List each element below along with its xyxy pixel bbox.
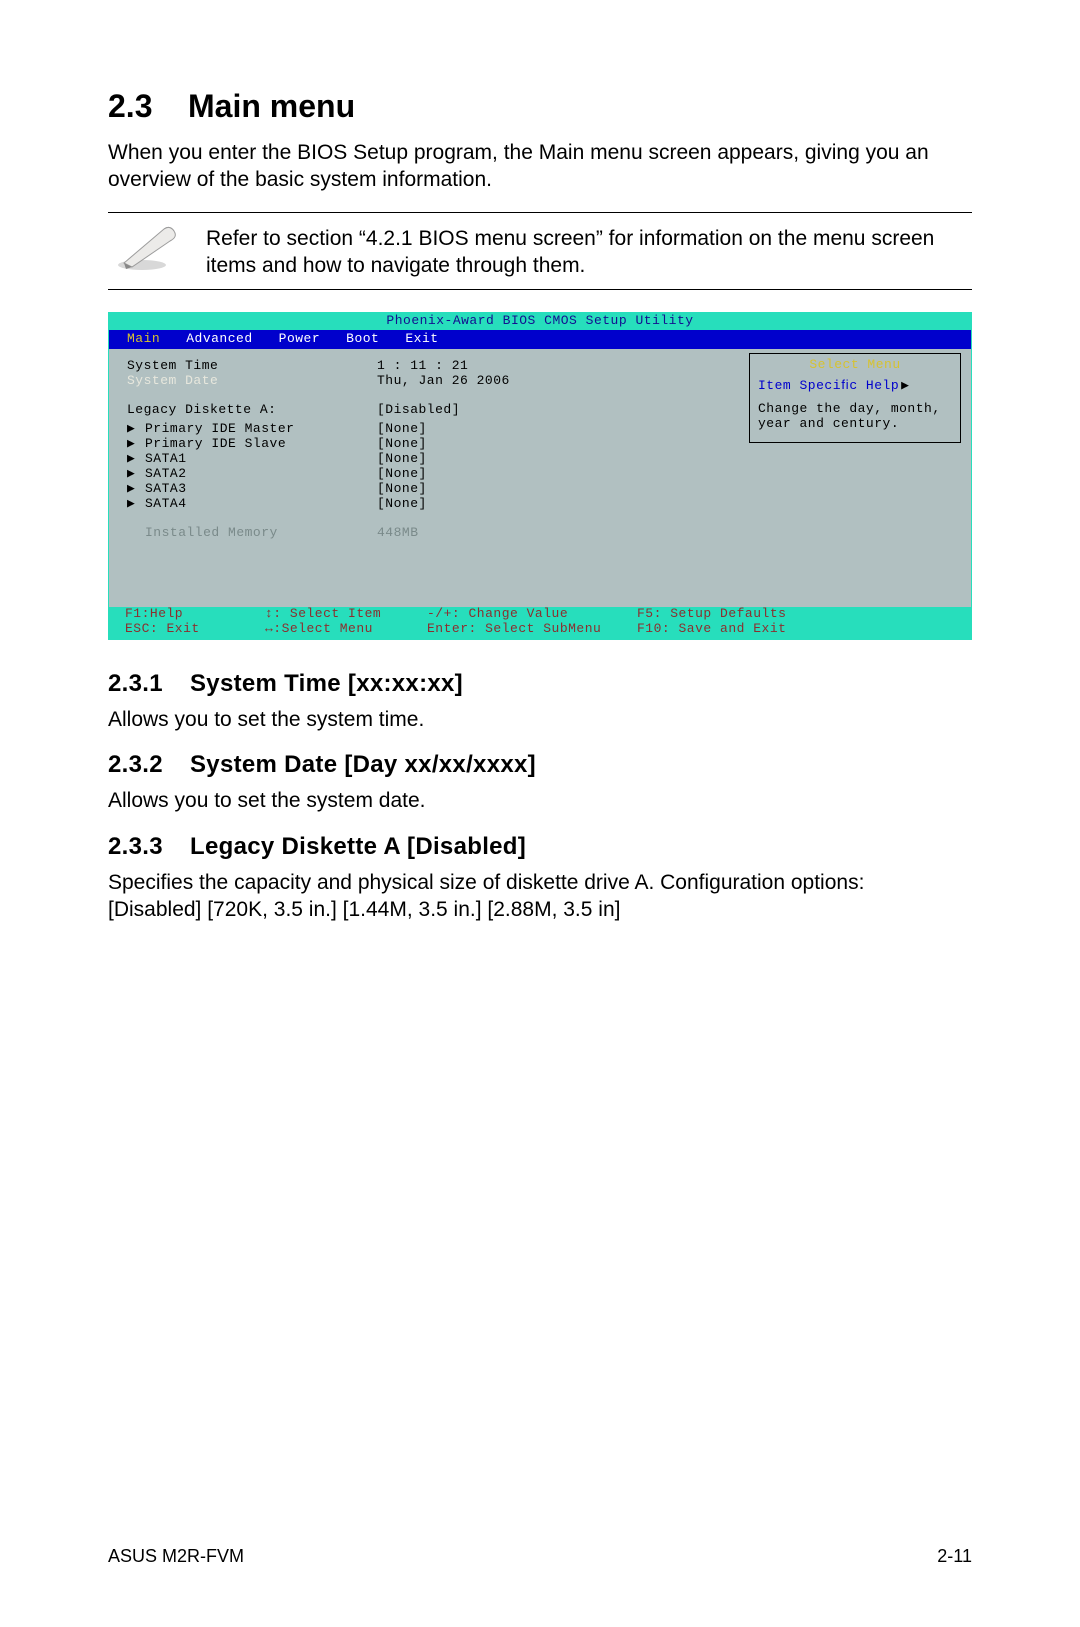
note-callout: Refer to section “4.2.1 BIOS menu screen… [108, 212, 972, 291]
subsection-body: Allows you to set the system time. [108, 706, 972, 733]
bios-value: [None] [377, 467, 427, 482]
bios-right-pane: Select Menu Item Speciﬁc Help▶ Change th… [739, 349, 971, 607]
triangle-right-icon: ▶ [127, 452, 145, 467]
bios-row-primary-ide-slave[interactable]: ▶Primary IDE Slave [None] [127, 437, 727, 452]
bios-footer-exit: ESC: Exit [125, 622, 265, 637]
bios-label: System Time [127, 359, 377, 374]
bios-label: Primary IDE Master [145, 421, 294, 436]
bios-value: 1 : 11 : 21 [377, 359, 468, 374]
bios-label: SATA3 [145, 481, 187, 496]
bios-footer-help: F1:Help [125, 607, 265, 622]
note-text: Refer to section “4.2.1 BIOS menu screen… [206, 223, 972, 280]
triangle-right-icon: ▶ [127, 437, 145, 452]
subsection-heading: 2.3.2System Date [Day xx/xx/xxxx] [108, 751, 972, 779]
bios-screenshot: Phoenix-Award BIOS CMOS Setup Utility Ma… [108, 312, 972, 640]
bios-footer-select-submenu: Enter: Select SubMenu [427, 622, 637, 637]
pencil-icon [108, 223, 186, 271]
bios-row-primary-ide-master[interactable]: ▶Primary IDE Master [None] [127, 422, 727, 437]
bios-row-sata1[interactable]: ▶SATA1 [None] [127, 452, 727, 467]
bios-label: Primary IDE Slave [145, 436, 286, 451]
bios-title: Phoenix-Award BIOS CMOS Setup Utility [109, 313, 971, 330]
bios-help-subtitle: Item Speciﬁc Help▶ [758, 379, 952, 394]
bios-footer-select-menu: ↔:Select Menu [265, 622, 427, 637]
bios-label: System Date [127, 374, 377, 389]
triangle-right-icon: ▶ [901, 379, 909, 394]
section-title: Main menu [188, 88, 355, 124]
bios-menu-main[interactable]: Main [127, 332, 160, 347]
bios-value: [None] [377, 482, 427, 497]
section-intro: When you enter the BIOS Setup program, t… [108, 139, 972, 194]
bios-row-sata3[interactable]: ▶SATA3 [None] [127, 482, 727, 497]
bios-row-system-time[interactable]: System Time 1 : 11 : 21 [127, 359, 727, 374]
section-heading: 2.3Main menu [108, 88, 972, 125]
subsection-body: Speciﬁes the capacity and physical size … [108, 869, 928, 924]
footer-page-number: 2-11 [937, 1546, 972, 1567]
bios-row-system-date[interactable]: System Date Thu, Jan 26 2006 [127, 374, 727, 389]
bios-help-title: Select Menu [758, 358, 952, 373]
bios-footer-select-item: ↕: Select Item [265, 607, 427, 622]
bios-left-pane: System Time 1 : 11 : 21 System Date Thu,… [109, 349, 739, 607]
triangle-right-icon: ▶ [127, 497, 145, 512]
triangle-right-icon: ▶ [127, 467, 145, 482]
bios-footer-change-value: -/+: Change Value [427, 607, 637, 622]
section-number: 2.3 [108, 88, 188, 125]
bios-footer-setup-defaults: F5: Setup Defaults [637, 607, 786, 622]
subsection-number: 2.3.1 [108, 670, 190, 698]
bios-menu-boot[interactable]: Boot [346, 332, 379, 347]
subsection-title: System Time [xx:xx:xx] [190, 670, 463, 697]
bios-value: [None] [377, 497, 427, 512]
bios-value: [None] [377, 422, 427, 437]
bios-menu-bar: Main Advanced Power Boot Exit [109, 330, 971, 349]
bios-label: SATA1 [145, 451, 187, 466]
triangle-right-icon: ▶ [127, 422, 145, 437]
bios-help-subtitle-text: Item Speciﬁc Help [758, 378, 899, 393]
bios-footer: F1:Help ↕: Select Item -/+: Change Value… [109, 607, 971, 639]
bios-menu-power[interactable]: Power [279, 332, 321, 347]
bios-menu-exit[interactable]: Exit [405, 332, 438, 347]
bios-footer-save-exit: F10: Save and Exit [637, 622, 786, 637]
bios-value: [None] [377, 437, 427, 452]
bios-row-sata2[interactable]: ▶SATA2 [None] [127, 467, 727, 482]
subsection-number: 2.3.3 [108, 833, 190, 861]
bios-label: Installed Memory [127, 526, 377, 541]
bios-help-text: Change the day, month, year and century. [758, 402, 952, 432]
subsection-body: Allows you to set the system date. [108, 787, 972, 814]
bios-value: 448MB [377, 526, 419, 541]
footer-product: ASUS M2R-FVM [108, 1546, 244, 1567]
bios-value: [None] [377, 452, 427, 467]
bios-row-legacy-diskette[interactable]: Legacy Diskette A: [Disabled] [127, 403, 727, 418]
bios-menu-advanced[interactable]: Advanced [186, 332, 252, 347]
bios-label: Legacy Diskette A: [127, 403, 377, 418]
bios-row-sata4[interactable]: ▶SATA4 [None] [127, 497, 727, 512]
subsection-title: System Date [Day xx/xx/xxxx] [190, 751, 536, 778]
page-footer: ASUS M2R-FVM 2-11 [108, 1546, 972, 1567]
bios-label: SATA4 [145, 496, 187, 511]
bios-label: SATA2 [145, 466, 187, 481]
subsection-heading: 2.3.3Legacy Diskette A [Disabled] [108, 833, 972, 861]
subsection-title: Legacy Diskette A [Disabled] [190, 833, 526, 860]
bios-value: Thu, Jan 26 2006 [377, 374, 510, 389]
bios-value: [Disabled] [377, 403, 460, 418]
bios-row-installed-memory: Installed Memory 448MB [127, 526, 727, 541]
subsection-heading: 2.3.1System Time [xx:xx:xx] [108, 670, 972, 698]
triangle-right-icon: ▶ [127, 482, 145, 497]
subsection-number: 2.3.2 [108, 751, 190, 779]
